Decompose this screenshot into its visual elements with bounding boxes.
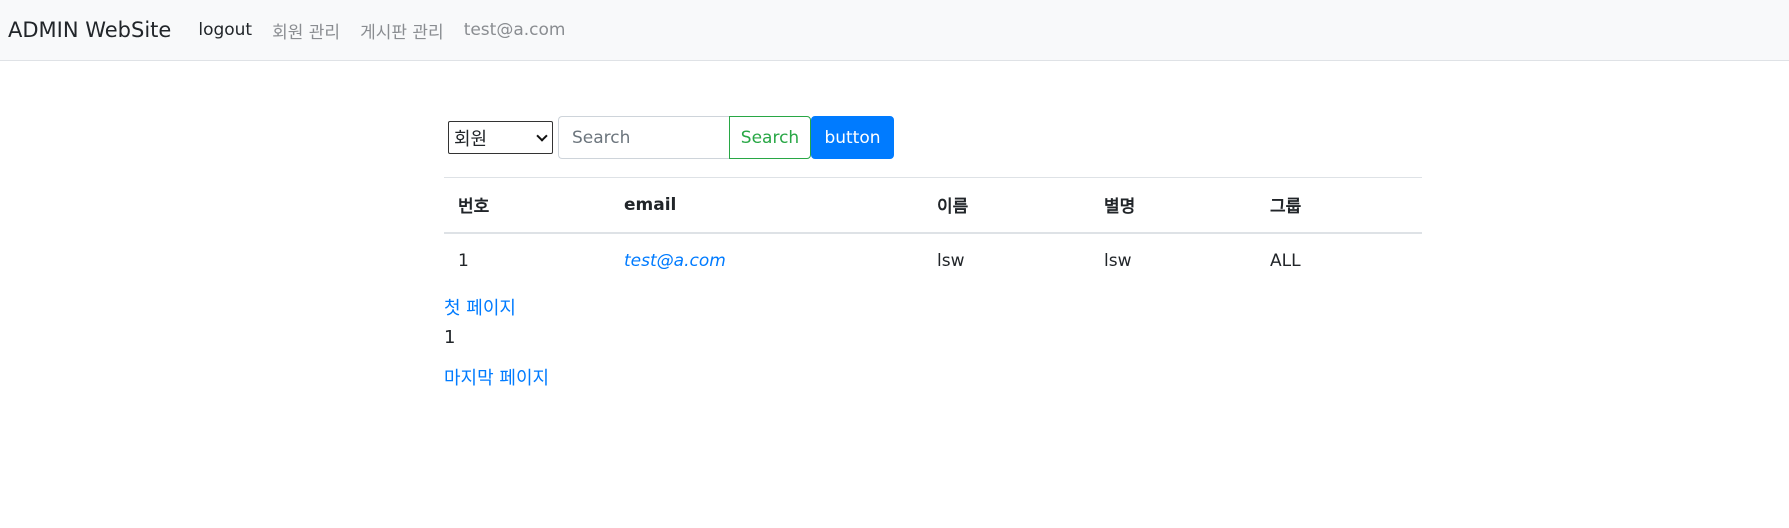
header-number: 번호 — [444, 177, 610, 234]
header-nickname: 별명 — [1090, 177, 1256, 234]
member-table: 번호 email 이름 별명 그룹 1 test@a.com lsw lsw A… — [444, 177, 1422, 288]
header-email: email — [610, 177, 923, 234]
cell-name: lsw — [937, 250, 965, 271]
nav-logout[interactable]: logout — [198, 20, 252, 40]
brand-link[interactable]: ADMIN WebSite — [8, 18, 171, 42]
search-button[interactable]: Search — [729, 116, 811, 159]
search-form: 회원 Search button — [444, 116, 1422, 159]
first-page-link[interactable]: 첫 페이지 — [444, 294, 1422, 324]
header-group: 그룹 — [1256, 177, 1422, 234]
search-type-select[interactable]: 회원 — [448, 121, 553, 154]
cell-number: 1 — [458, 250, 469, 271]
nav-board-management[interactable]: 게시판 관리 — [360, 18, 444, 43]
main-content: 회원 Search button 번호 email 이름 별명 그룹 1 — [444, 116, 1422, 394]
search-type-selected: 회원 — [454, 128, 488, 150]
top-navbar: ADMIN WebSite logout 회원 관리 게시판 관리 test@a… — [0, 0, 1789, 61]
cell-email: test@a.com — [610, 233, 923, 288]
pagination: 첫 페이지 1 마지막 페이지 — [444, 294, 1422, 394]
table-row: 1 test@a.com lsw lsw ALL — [444, 233, 1422, 288]
current-page-number: 1 — [444, 326, 456, 348]
cell-group: ALL — [1270, 250, 1301, 271]
nav-member-management[interactable]: 회원 관리 — [272, 18, 340, 43]
member-email-link[interactable]: test@a.com — [624, 251, 726, 271]
search-input[interactable] — [558, 116, 729, 159]
primary-button[interactable]: button — [811, 116, 894, 159]
last-page-link[interactable]: 마지막 페이지 — [444, 364, 1422, 394]
nav-user-email[interactable]: test@a.com — [464, 20, 566, 40]
header-name: 이름 — [923, 177, 1090, 234]
table-header-row: 번호 email 이름 별명 그룹 — [444, 177, 1422, 234]
chevron-down-icon — [536, 129, 548, 142]
cell-nickname: lsw — [1104, 250, 1132, 271]
